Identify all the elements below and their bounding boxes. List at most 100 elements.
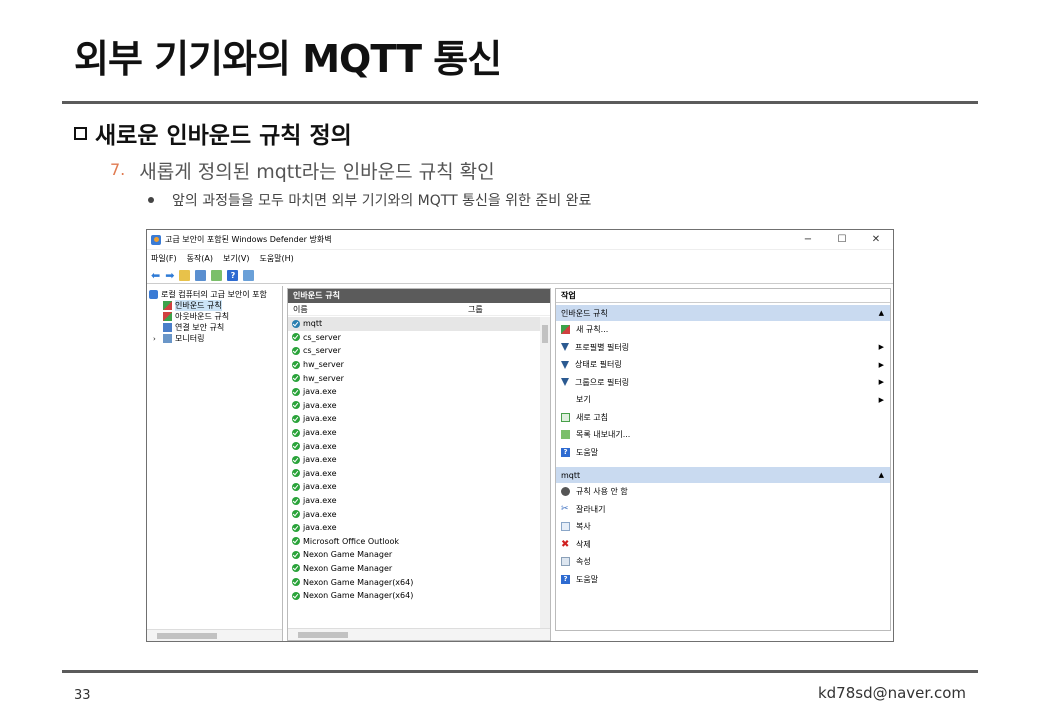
action-item[interactable]: 복사 — [556, 518, 890, 536]
rule-row[interactable]: Nexon Game Manager(x64) — [288, 589, 540, 603]
delete-icon: ✖ — [561, 538, 570, 550]
allow-check-icon — [292, 564, 300, 573]
collapse-up-icon[interactable]: ▲ — [879, 471, 884, 479]
rule-row[interactable]: Nexon Game Manager(x64) — [288, 575, 540, 589]
allow-check-icon — [292, 346, 300, 355]
rule-row[interactable]: Microsoft Office Outlook — [288, 535, 540, 549]
help-icon[interactable]: ? — [227, 269, 239, 281]
forward-arrow-icon[interactable]: ➡ — [165, 270, 174, 281]
action-label: 도움말 — [576, 574, 599, 584]
submenu-arrow-icon: ▶ — [878, 343, 884, 352]
action-label: 삭제 — [576, 539, 591, 549]
navigation-tree: 로컬 컴퓨터의 고급 보안이 포함 인바운드 규칙 아웃바운드 규칙 연결 보안… — [147, 286, 283, 641]
action-item[interactable]: ✂ 잘라내기 — [556, 501, 890, 519]
column-group[interactable]: 그룹 — [468, 304, 550, 315]
allow-check-icon — [292, 319, 300, 328]
tree-item-connection-security[interactable]: 연결 보안 규칙 — [149, 322, 280, 333]
show-hide-tree-icon[interactable] — [195, 269, 207, 281]
rules-vertical-scrollbar[interactable] — [540, 317, 550, 628]
action-item[interactable]: ? 도움말 — [556, 571, 890, 589]
actions-group-inbound[interactable]: 인바운드 규칙 ▲ — [556, 305, 890, 321]
rule-row[interactable]: mqtt — [288, 317, 540, 331]
action-item[interactable]: ? 도움말 — [556, 444, 890, 462]
action-item[interactable]: 목록 내보내기... — [556, 426, 890, 444]
disable-icon — [561, 487, 570, 497]
minimize-button[interactable]: − — [791, 234, 825, 245]
rule-row[interactable]: java.exe — [288, 494, 540, 508]
rule-name: cs_server — [303, 332, 341, 342]
rule-row[interactable]: java.exe — [288, 507, 540, 521]
close-button[interactable]: ✕ — [859, 234, 893, 245]
up-folder-icon[interactable] — [179, 269, 191, 281]
rule-row[interactable]: hw_server — [288, 371, 540, 385]
rule-row[interactable]: java.exe — [288, 412, 540, 426]
rule-row[interactable]: hw_server — [288, 358, 540, 372]
action-item[interactable]: ✖ 삭제 — [556, 536, 890, 554]
tree-item-inbound-rules[interactable]: 인바운드 규칙 — [149, 300, 280, 311]
column-name[interactable]: 이름 — [288, 304, 468, 315]
rule-row[interactable]: java.exe — [288, 467, 540, 481]
actions-group-mqtt[interactable]: mqtt ▲ — [556, 467, 890, 483]
action-item[interactable]: 새 규칙... — [556, 321, 890, 339]
menu-file[interactable]: 파일(F) — [151, 253, 177, 264]
rules-pane: 인바운드 규칙 이름 그룹 mqtt cs_server cs_server hw_s… — [287, 288, 551, 641]
rule-name: java.exe — [303, 441, 337, 451]
tree-root[interactable]: 로컬 컴퓨터의 고급 보안이 포함 — [149, 289, 280, 300]
rule-row[interactable]: cs_server — [288, 331, 540, 345]
rule-row[interactable]: Nexon Game Manager — [288, 548, 540, 562]
menu-bar: 파일(F) 동작(A) 보기(V) 도움말(H) — [147, 250, 893, 267]
allow-check-icon — [292, 469, 300, 478]
expand-chevron-icon[interactable]: › — [153, 335, 160, 343]
rule-row[interactable]: java.exe — [288, 480, 540, 494]
menu-view[interactable]: 보기(V) — [223, 253, 249, 264]
tree-item-monitoring[interactable]: › 모니터링 — [149, 333, 280, 344]
rule-row[interactable]: java.exe — [288, 399, 540, 413]
allow-check-icon — [292, 442, 300, 451]
rule-row[interactable]: cs_server — [288, 344, 540, 358]
page-number: 33 — [74, 688, 91, 703]
rule-name: Nexon Game Manager — [303, 550, 393, 560]
action-item[interactable]: 프로필별 필터링 ▶ — [556, 339, 890, 357]
allow-check-icon — [292, 401, 300, 410]
action-item[interactable]: 그룹으로 필터링 ▶ — [556, 374, 890, 392]
menu-help[interactable]: 도움말(H) — [259, 253, 293, 264]
back-arrow-icon[interactable]: ⬅ — [151, 270, 160, 281]
rule-name: mqtt — [303, 319, 323, 329]
action-item[interactable]: 속성 — [556, 553, 890, 571]
action-label: 목록 내보내기... — [576, 430, 631, 440]
allow-check-icon — [292, 360, 300, 369]
collapse-up-icon[interactable]: ▲ — [879, 309, 884, 317]
title-bar: 고급 보안이 포함된 Windows Defender 방화벽 − ☐ ✕ — [147, 230, 893, 250]
firewall-root-icon — [149, 290, 158, 299]
rule-name: java.exe — [303, 400, 337, 410]
rule-row[interactable]: java.exe — [288, 426, 540, 440]
rule-name: cs_server — [303, 346, 341, 356]
help-icon: ? — [561, 574, 570, 584]
rules-column-headers: 이름 그룹 — [288, 303, 550, 316]
export-list-icon[interactable] — [211, 269, 223, 281]
rule-row[interactable]: Nexon Game Manager — [288, 562, 540, 576]
rule-row[interactable]: java.exe — [288, 439, 540, 453]
action-label: 도움말 — [576, 447, 599, 457]
submenu-arrow-icon: ▶ — [878, 378, 884, 387]
rule-row[interactable]: java.exe — [288, 453, 540, 467]
rule-row[interactable]: java.exe — [288, 385, 540, 399]
action-label: 새로 고침 — [576, 412, 608, 422]
action-item[interactable]: 상태로 필터링 ▶ — [556, 356, 890, 374]
tree-item-outbound-rules[interactable]: 아웃바운드 규칙 — [149, 311, 280, 322]
menu-action[interactable]: 동작(A) — [187, 253, 213, 264]
rule-row[interactable]: java.exe — [288, 521, 540, 535]
rule-name: hw_server — [303, 360, 344, 370]
tree-horizontal-scrollbar[interactable] — [147, 629, 282, 641]
rule-name: Microsoft Office Outlook — [303, 536, 399, 546]
action-item[interactable]: 새로 고침 — [556, 409, 890, 427]
maximize-button[interactable]: ☐ — [825, 234, 859, 245]
actions-header: 작업 — [556, 289, 890, 303]
action-pane-icon[interactable] — [243, 269, 255, 281]
allow-check-icon — [292, 387, 300, 396]
firewall-window: 고급 보안이 포함된 Windows Defender 방화벽 − ☐ ✕ 파일… — [146, 229, 894, 642]
action-item[interactable]: 규칙 사용 안 함 — [556, 483, 890, 501]
action-item[interactable]: 보기 ▶ — [556, 391, 890, 409]
allow-check-icon — [292, 496, 300, 505]
rules-horizontal-scrollbar[interactable] — [288, 628, 550, 640]
